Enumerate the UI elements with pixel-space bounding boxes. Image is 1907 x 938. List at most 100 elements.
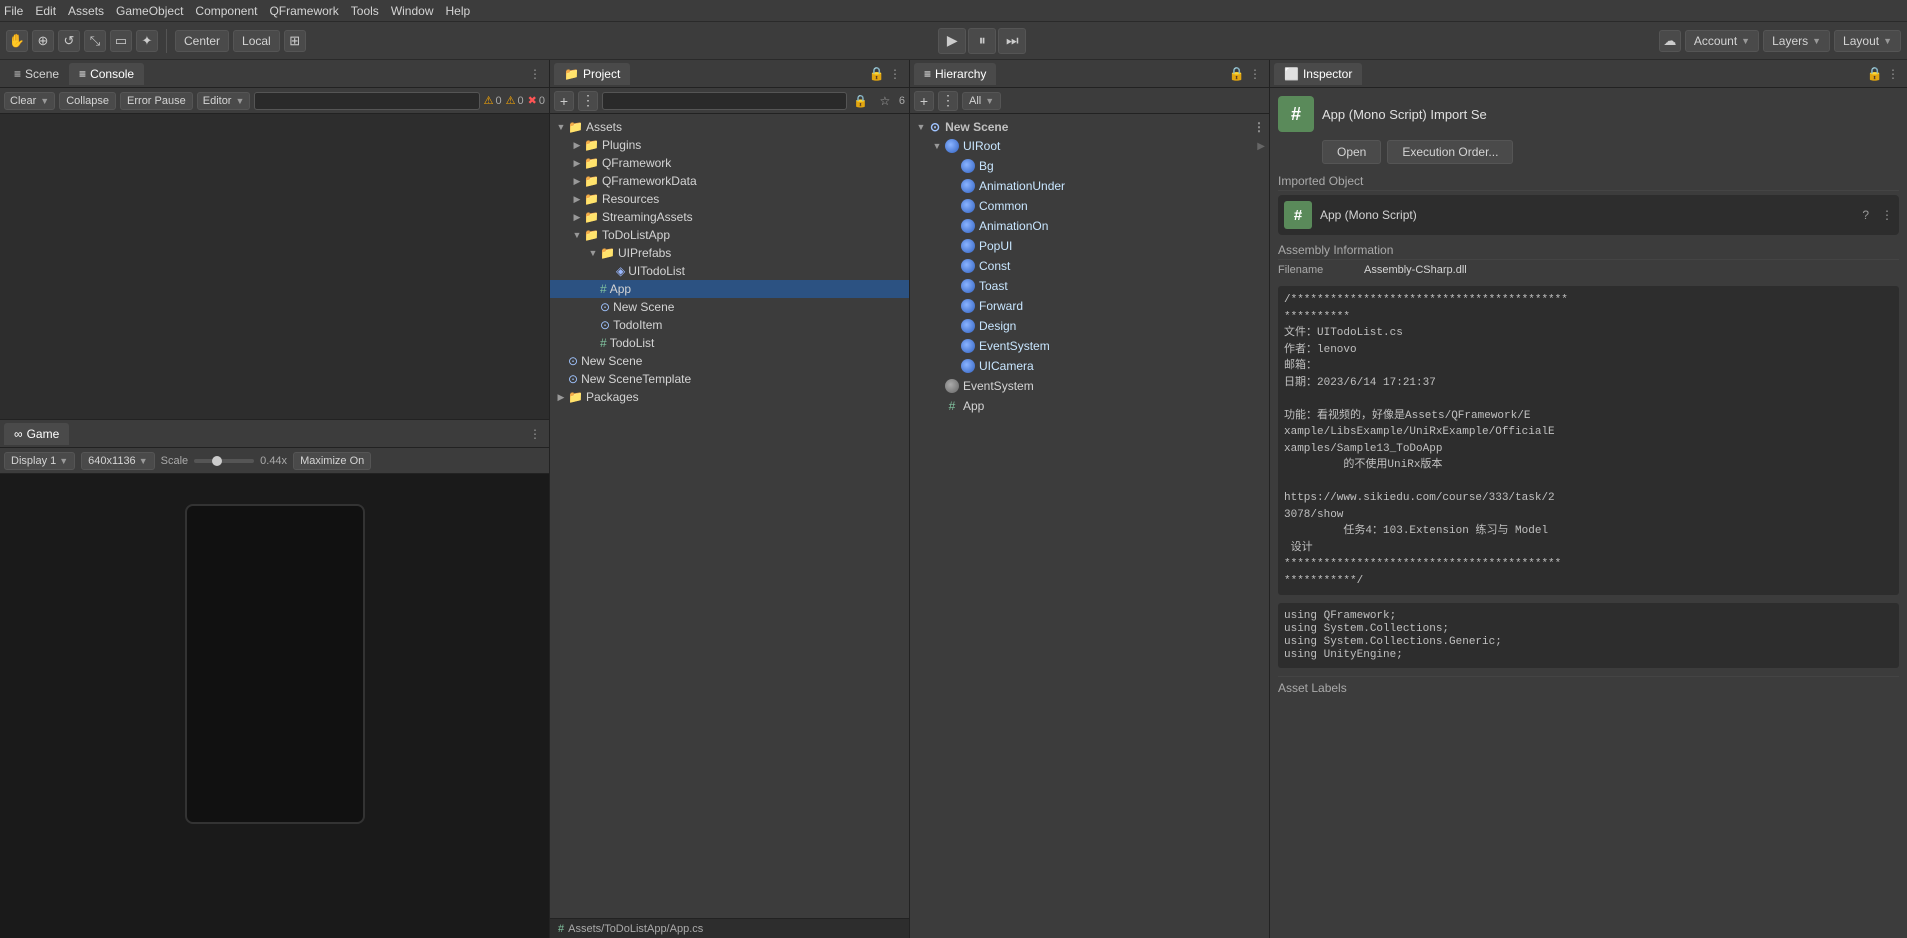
- tree-app[interactable]: ▶ # App: [550, 280, 909, 298]
- project-lock[interactable]: 🔒: [869, 66, 885, 82]
- move-tool[interactable]: ⊕: [32, 30, 54, 52]
- tree-uiprefabs[interactable]: ▼ 📁 UIPrefabs: [550, 244, 909, 262]
- tree-qframeworkdata[interactable]: ▶ 📁 QFrameworkData: [550, 172, 909, 190]
- execution-order-btn[interactable]: Execution Order...: [1387, 140, 1513, 164]
- todolistapp-label: ToDoListApp: [602, 228, 670, 242]
- scale-tool[interactable]: ⤡: [84, 30, 106, 52]
- tab-game[interactable]: ∞ Game: [4, 423, 69, 445]
- maximize-btn[interactable]: Maximize On: [293, 452, 371, 470]
- h-const[interactable]: ▶ Const: [910, 256, 1269, 276]
- imported-more-icon[interactable]: ⋮: [1881, 208, 1893, 222]
- editor-label: Editor: [203, 95, 232, 107]
- hierarchy-options-btn[interactable]: ⋮: [938, 91, 958, 111]
- scale-label: Scale: [161, 455, 189, 467]
- scene-panel-menu[interactable]: ⋮: [525, 65, 545, 83]
- plugins-icon: 📁: [584, 138, 599, 152]
- tree-streamingassets[interactable]: ▶ 📁 StreamingAssets: [550, 208, 909, 226]
- h-toast[interactable]: ▶ Toast: [910, 276, 1269, 296]
- step-btn[interactable]: ⏭: [998, 28, 1026, 54]
- game-icon: ∞: [14, 427, 23, 441]
- error-pause-btn[interactable]: Error Pause: [120, 92, 193, 110]
- hierarchy-add-btn[interactable]: +: [914, 91, 934, 111]
- layout-dropdown[interactable]: Layout ▼: [1834, 30, 1901, 52]
- menu-qframework[interactable]: QFramework: [269, 4, 338, 18]
- open-btn[interactable]: Open: [1322, 140, 1381, 164]
- menu-file[interactable]: File: [4, 4, 23, 18]
- tree-plugins[interactable]: ▶ 📁 Plugins: [550, 136, 909, 154]
- inspector-lock[interactable]: 🔒: [1867, 66, 1883, 82]
- hand-tool[interactable]: ✋: [6, 30, 28, 52]
- layers-dropdown[interactable]: Layers ▼: [1763, 30, 1830, 52]
- pivot-btn[interactable]: Center: [175, 30, 229, 52]
- tree-todoitem[interactable]: ▶ ⊙ TodoItem: [550, 316, 909, 334]
- tab-console[interactable]: ≡ Console: [69, 63, 144, 85]
- display-dropdown[interactable]: Display 1 ▼: [4, 452, 75, 470]
- play-btn[interactable]: ▶: [938, 28, 966, 54]
- scale-value: 0.44x: [260, 455, 287, 467]
- h-common[interactable]: ▶ Common: [910, 196, 1269, 216]
- project-add-btn[interactable]: +: [554, 91, 574, 111]
- custom-tool[interactable]: ⊞: [284, 30, 306, 52]
- h-animon[interactable]: ▶ AnimationOn: [910, 216, 1269, 236]
- imported-name: App (Mono Script): [1320, 208, 1417, 222]
- rotate-tool[interactable]: ↺: [58, 30, 80, 52]
- tree-packages[interactable]: ▶ 📁 Packages: [550, 388, 909, 406]
- tab-project[interactable]: 📁 Project: [554, 63, 630, 85]
- hierarchy-panel-menu[interactable]: ⋮: [1245, 65, 1265, 83]
- tree-newscenetemplate[interactable]: ▶ ⊙ New SceneTemplate: [550, 370, 909, 388]
- transform-tool[interactable]: ✦: [136, 30, 158, 52]
- project-icon-btn2[interactable]: ☆: [875, 91, 895, 111]
- tab-scene[interactable]: ≡ Scene: [4, 63, 69, 85]
- collapse-btn[interactable]: Collapse: [59, 92, 116, 110]
- project-search[interactable]: [602, 92, 847, 110]
- tree-qframework[interactable]: ▶ 📁 QFramework: [550, 154, 909, 172]
- h-uicamera[interactable]: ▶ UICamera: [910, 356, 1269, 376]
- tree-todolist[interactable]: ▶ # TodoList: [550, 334, 909, 352]
- h-animunder[interactable]: ▶ AnimationUnder: [910, 176, 1269, 196]
- menu-assets[interactable]: Assets: [68, 4, 104, 18]
- account-dropdown[interactable]: Account ▼: [1685, 30, 1759, 52]
- console-search[interactable]: [254, 92, 479, 110]
- resolution-dropdown[interactable]: 640x1136 ▼: [81, 452, 154, 470]
- h-bg[interactable]: ▶ Bg: [910, 156, 1269, 176]
- tree-assets-root[interactable]: ▼ 📁 Assets: [550, 118, 909, 136]
- h-forward[interactable]: ▶ Forward: [910, 296, 1269, 316]
- project-panel-menu[interactable]: ⋮: [885, 65, 905, 83]
- tab-inspector[interactable]: ⬜ Inspector: [1274, 63, 1362, 85]
- eventsys-root-icon: [944, 378, 960, 394]
- imported-help-icon[interactable]: ?: [1862, 208, 1869, 222]
- tree-uitodolist[interactable]: ▶ ◈ UITodoList: [550, 262, 909, 280]
- pause-btn[interactable]: ⏸: [968, 28, 996, 54]
- menu-component[interactable]: Component: [195, 4, 257, 18]
- h-eventsystem-child[interactable]: ▶ EventSystem: [910, 336, 1269, 356]
- h-popui[interactable]: ▶ PopUI: [910, 236, 1269, 256]
- hierarchy-lock[interactable]: 🔒: [1229, 66, 1245, 82]
- menu-edit[interactable]: Edit: [35, 4, 56, 18]
- h-uiroot[interactable]: ▼ UIRoot ▶: [910, 136, 1269, 156]
- h-design[interactable]: ▶ Design: [910, 316, 1269, 336]
- rect-tool[interactable]: ▭: [110, 30, 132, 52]
- h-new-scene[interactable]: ▼ ⊙ New Scene ⋮: [910, 118, 1269, 136]
- tree-newscene2[interactable]: ▶ ⊙ New Scene: [550, 352, 909, 370]
- tree-todolistapp[interactable]: ▼ 📁 ToDoListApp: [550, 226, 909, 244]
- menu-tools[interactable]: Tools: [351, 4, 379, 18]
- project-options-btn[interactable]: ⋮: [578, 91, 598, 111]
- menu-gameobject[interactable]: GameObject: [116, 4, 183, 18]
- menu-window[interactable]: Window: [391, 4, 434, 18]
- scale-slider[interactable]: [194, 459, 254, 463]
- clear-dropdown[interactable]: Clear ▼: [4, 92, 55, 110]
- scene-menu-btn[interactable]: ⋮: [1253, 120, 1265, 134]
- tab-hierarchy[interactable]: ≡ Hierarchy: [914, 63, 996, 85]
- menu-help[interactable]: Help: [446, 4, 471, 18]
- hierarchy-all-dropdown[interactable]: All ▼: [962, 92, 1001, 110]
- editor-dropdown[interactable]: Editor ▼: [197, 92, 251, 110]
- space-btn[interactable]: Local: [233, 30, 280, 52]
- inspector-panel-menu[interactable]: ⋮: [1883, 65, 1903, 83]
- game-panel-menu[interactable]: ⋮: [525, 425, 545, 443]
- cloud-icon[interactable]: ☁: [1659, 30, 1681, 52]
- tree-newscene[interactable]: ▶ ⊙ New Scene: [550, 298, 909, 316]
- tree-resources[interactable]: ▶ 📁 Resources: [550, 190, 909, 208]
- project-icon-btn1[interactable]: 🔒: [851, 91, 871, 111]
- h-app-root[interactable]: ▶ # App: [910, 396, 1269, 416]
- h-eventsystem-root[interactable]: ▶ EventSystem: [910, 376, 1269, 396]
